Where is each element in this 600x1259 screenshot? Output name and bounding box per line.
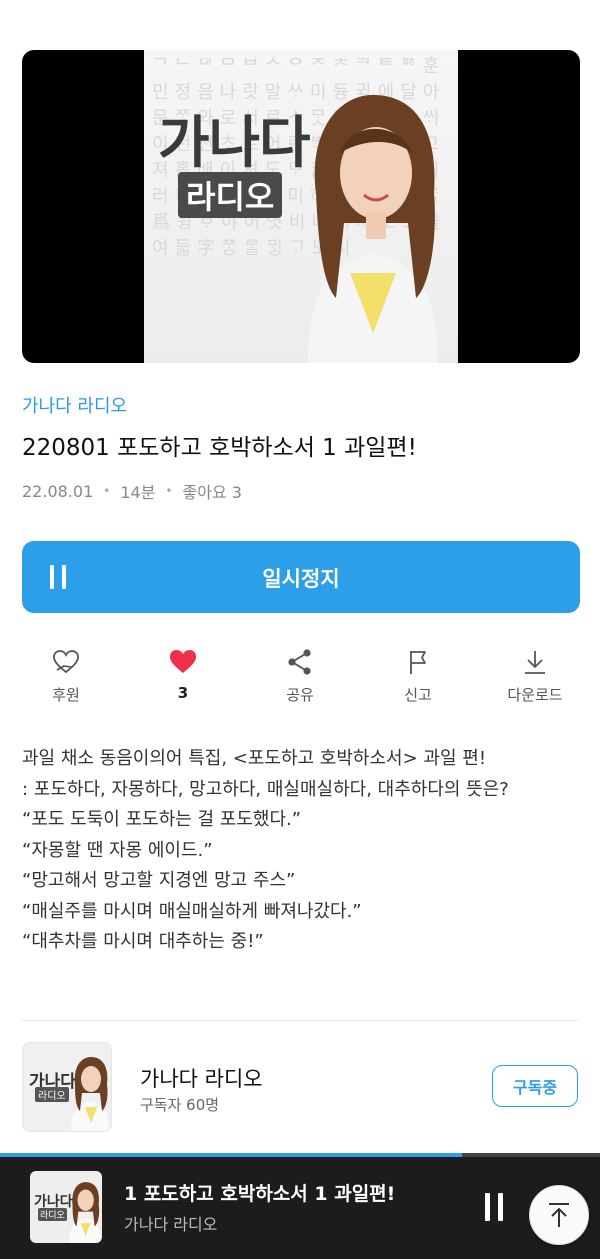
download-button[interactable]: 다운로드 (490, 648, 580, 705)
description-line: “자몽할 땐 자몽 에이드.” (22, 839, 213, 861)
artwork-title: 가나다 (158, 111, 311, 176)
progress-fill (0, 1153, 462, 1157)
artwork-subtitle: 라디오 (178, 172, 283, 218)
thumb-subtitle: 라디오 (38, 1208, 67, 1221)
description-line: : 포도하다, 자몽하다, 망고하다, 매실매실하다, 대추하다의 뜻은? (22, 778, 509, 800)
episode-meta: 22.08.01 • 14분 • 좋아요 3 (22, 479, 242, 503)
description-line: “대추차를 마시며 대추하는 중!” (22, 931, 264, 952)
share-icon (288, 649, 311, 675)
download-icon (525, 651, 545, 674)
meta-separator: • (103, 484, 111, 498)
episode-likes: 좋아요 3 (182, 483, 242, 502)
artwork-image: ᄀᄂᄃᄅᄆᄇᄉᄋᄌᄎᄏᄐᄑᄒ훈민정음나랏말ᄊᆞ미듕귁에달아문ᄍᆞᆼ와로서르ᄉᆞᄆ… (144, 50, 458, 363)
heart-filled-icon (170, 650, 196, 673)
mini-player-thumbnail: 가나다 라디오 (30, 1171, 102, 1243)
pause-button-label: 일시정지 (262, 567, 340, 591)
report-button[interactable]: 신고 (373, 648, 463, 705)
host-portrait (71, 1057, 109, 1131)
report-label: 신고 (404, 686, 432, 704)
subscriber-count: 구독자 60명 (140, 1096, 220, 1114)
episode-date: 22.08.01 (22, 481, 94, 501)
thumb-subtitle: 라디오 (35, 1087, 69, 1102)
description-line: “포도 도둑이 포도하는 걸 포도했다.” (22, 809, 302, 830)
like-button[interactable]: 3 (138, 648, 228, 702)
share-button[interactable]: 공유 (255, 648, 345, 705)
description-line: 과일 채소 동음이의어 특집, <포도하고 호박하소서> 과일 편! (22, 748, 487, 769)
host-portrait (69, 1182, 101, 1243)
episode-description: 과일 채소 동음이의어 특집, <포도하고 호박하소서> 과일 편! : 포도하… (22, 744, 582, 958)
mini-player[interactable]: 가나다 라디오 1 포도하고 호박하소서 1 과일편! 가나다 라디오 (0, 1153, 600, 1259)
episode-duration: 14분 (120, 483, 156, 502)
mini-player-channel: 가나다 라디오 (124, 1215, 218, 1234)
channel-thumbnail[interactable]: 가나다 라디오 (22, 1042, 112, 1132)
channel-link[interactable]: 가나다 라디오 (22, 392, 127, 418)
flag-icon (410, 651, 426, 674)
episode-title: 220801 포도하고 호박하소서 1 과일편! (22, 435, 417, 461)
arrow-up-icon (549, 1203, 569, 1227)
section-divider (22, 1020, 578, 1021)
share-label: 공유 (286, 686, 314, 704)
donate-label: 후원 (52, 686, 80, 704)
like-count: 3 (177, 684, 189, 702)
donate-button[interactable]: 후원 (21, 648, 111, 705)
subscribe-button[interactable]: 구독중 (492, 1065, 578, 1107)
pause-button[interactable]: 일시정지 (22, 541, 580, 613)
episode-artwork: ᄀᄂᄃᄅᄆᄇᄉᄋᄌᄎᄏᄐᄑᄒ훈민정음나랏말ᄊᆞ미듕귁에달아문ᄍᆞᆼ와로서르ᄉᆞᄆ… (22, 50, 580, 363)
host-portrait (308, 94, 438, 363)
donate-heart-hand-icon (53, 650, 79, 674)
progress-track[interactable] (0, 1153, 600, 1157)
description-line: “매실주를 마시며 매실매실하게 빠져나갔다.” (22, 900, 362, 922)
meta-separator: • (165, 484, 173, 498)
action-bar: 후원 3 공유 신고 다운로드 (0, 648, 600, 718)
mini-pause-icon[interactable] (484, 1193, 506, 1221)
description-line: “망고해서 망고할 지경엔 망고 주스” (22, 870, 296, 891)
channel-name[interactable]: 가나다 라디오 (140, 1063, 263, 1093)
scroll-to-top-button[interactable] (529, 1185, 589, 1245)
mini-player-title: 1 포도하고 호박하소서 1 과일편! (124, 1183, 396, 1205)
download-label: 다운로드 (507, 686, 563, 704)
